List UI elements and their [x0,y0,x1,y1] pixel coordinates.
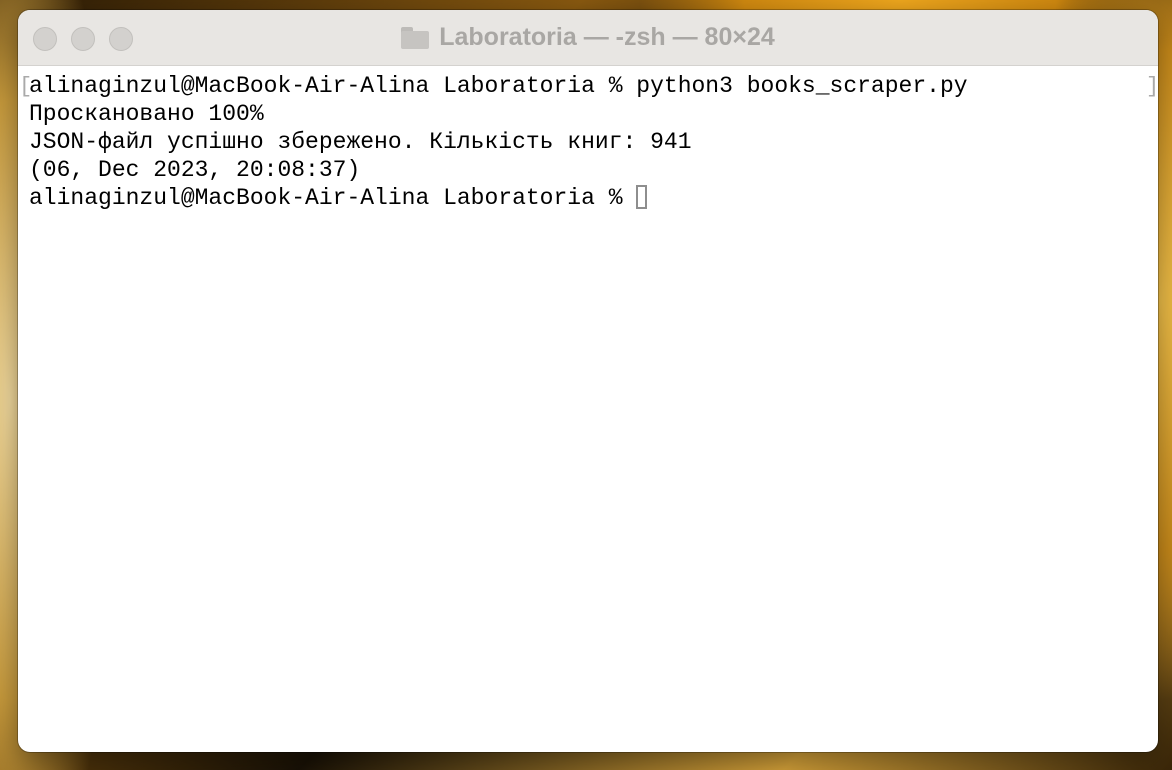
terminal-output[interactable]: alinaginzul@MacBook-Air-Alina Laboratori… [29,72,968,212]
terminal-window: Laboratoria — -zsh — 80×24 [ ] alinaginz… [18,10,1158,752]
output-line: JSON-файл успішно збережено. Кількість к… [29,129,692,155]
window-title-area: Laboratoria — -zsh — 80×24 [18,10,1158,65]
output-line: (06, Dec 2023, 20:08:37) [29,157,361,183]
mark-bracket-right: ] [1146,74,1158,99]
prompt: alinaginzul@MacBook-Air-Alina Laboratori… [29,185,637,211]
prompt-line: alinaginzul@MacBook-Air-Alina Laboratori… [29,184,968,212]
folder-icon [401,26,430,49]
output-line: alinaginzul@MacBook-Air-Alina Laboratori… [29,73,968,99]
text-cursor [636,185,648,209]
output-line: Проскановано 100% [29,101,264,127]
window-title: Laboratoria — -zsh — 80×24 [439,23,775,51]
title-bar[interactable]: Laboratoria — -zsh — 80×24 [18,10,1158,66]
